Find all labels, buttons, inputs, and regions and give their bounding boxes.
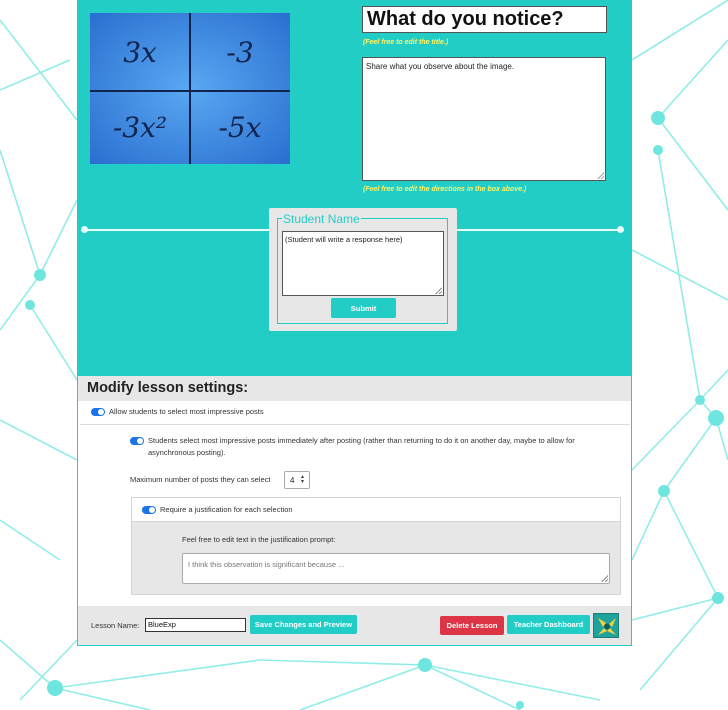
allow-select-toggle[interactable] bbox=[91, 408, 105, 416]
allow-select-row: Allow students to select most impressive… bbox=[80, 402, 630, 425]
require-justification-toggle[interactable] bbox=[142, 506, 156, 514]
settings-header: Modify lesson settings: bbox=[78, 376, 631, 401]
max-posts-select[interactable]: 4 ▲ ▼ bbox=[284, 471, 310, 489]
student-response-card: Student Name (Student will write a respo… bbox=[269, 208, 457, 331]
lesson-name-label: Lesson Name: bbox=[91, 621, 140, 630]
save-preview-button[interactable]: Save Changes and Preview bbox=[250, 615, 357, 634]
teacher-dashboard-button[interactable]: Teacher Dashboard bbox=[507, 615, 590, 634]
student-response-textarea[interactable]: (Student will write a response here) bbox=[282, 231, 444, 296]
submit-button[interactable]: Submit bbox=[331, 298, 396, 318]
lesson-footer: Lesson Name: BlueExp Save Changes and Pr… bbox=[78, 606, 631, 645]
require-justification-label: Require a justification for each selecti… bbox=[160, 505, 293, 514]
title-input[interactable]: What do you notice? bbox=[362, 6, 607, 33]
image-cell-bottom-right: -5x bbox=[218, 111, 262, 144]
immediate-select-toggle[interactable] bbox=[130, 437, 144, 445]
image-cell-bottom-left: -3x² bbox=[112, 111, 168, 144]
timeline-dot-right bbox=[617, 226, 624, 233]
lesson-name-input[interactable]: BlueExp bbox=[145, 618, 246, 632]
resize-handle-icon[interactable] bbox=[601, 575, 608, 582]
lesson-editor: 3x -3 -3x² -5x What do you notice? (Feel… bbox=[77, 0, 632, 646]
max-posts-value: 4 bbox=[290, 475, 295, 485]
directions-textarea[interactable]: Share what you observe about the image. bbox=[362, 57, 606, 181]
justification-placeholder: I think this observation is significant … bbox=[188, 560, 345, 569]
allow-select-label: Allow students to select most impressive… bbox=[109, 407, 264, 416]
justification-panel: Require a justification for each selecti… bbox=[131, 497, 621, 595]
max-posts-label: Maximum number of posts they can select bbox=[130, 475, 271, 484]
prompt-image: 3x -3 -3x² -5x bbox=[90, 13, 290, 164]
directions-hint: (Feel free to edit the directions in the… bbox=[363, 186, 527, 193]
timeline-dot-left bbox=[81, 226, 88, 233]
justification-prompt-label: Feel free to edit text in the justificat… bbox=[182, 535, 336, 544]
student-name-legend: Student Name bbox=[282, 212, 361, 226]
justification-header: Require a justification for each selecti… bbox=[132, 498, 620, 522]
image-cell-top-left: 3x bbox=[123, 35, 157, 69]
app-logo-icon[interactable] bbox=[593, 613, 619, 638]
delete-lesson-button[interactable]: Delete Lesson bbox=[440, 616, 504, 635]
resize-handle-icon[interactable] bbox=[435, 287, 442, 294]
immediate-select-label: Students select most impressive posts im… bbox=[148, 436, 575, 457]
prompt-panel: 3x -3 -3x² -5x What do you notice? (Feel… bbox=[78, 0, 631, 376]
directions-text: Share what you observe about the image. bbox=[366, 62, 515, 71]
resize-handle-icon[interactable] bbox=[597, 172, 604, 179]
student-fieldset: Student Name (Student will write a respo… bbox=[277, 212, 448, 324]
justification-textarea[interactable]: I think this observation is significant … bbox=[182, 553, 610, 584]
spinner-arrows-icon: ▲ ▼ bbox=[300, 474, 305, 485]
title-hint: (Feel free to edit the title.) bbox=[363, 39, 449, 46]
settings-title: Modify lesson settings: bbox=[87, 380, 249, 396]
image-cell-top-right: -3 bbox=[226, 35, 254, 69]
response-placeholder: (Student will write a response here) bbox=[285, 235, 403, 244]
